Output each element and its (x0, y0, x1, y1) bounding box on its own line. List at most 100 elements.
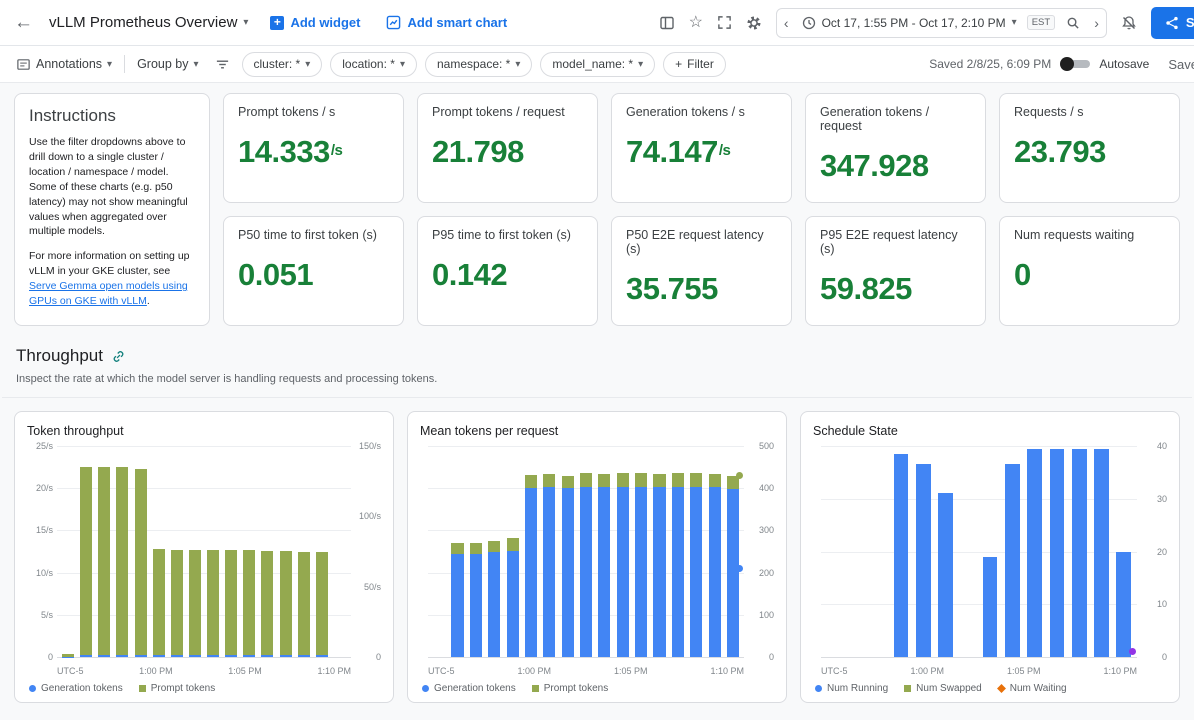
bar[interactable] (617, 473, 629, 657)
axis-tick-label: 30 (1140, 494, 1167, 504)
star-button[interactable]: ☆ (685, 11, 707, 35)
save-button[interactable]: Save (1158, 51, 1194, 78)
filter-chip-model_name[interactable]: model_name: *▾ (540, 52, 655, 77)
dashboard-title-menu[interactable]: vLLM Prometheus Overview ▾ (43, 10, 254, 35)
filter-list-button[interactable] (211, 53, 234, 76)
axis-tick-label: 50/s (354, 582, 381, 592)
bar[interactable] (243, 550, 255, 657)
chevron-down-icon: ▾ (193, 59, 198, 70)
bar[interactable] (1005, 464, 1020, 657)
time-range-control: ‹ Oct 17, 1:55 PM - Oct 17, 2:10 PM ▾ ES… (776, 8, 1107, 38)
group-by-menu[interactable]: Group by ▾ (133, 53, 202, 75)
bar[interactable] (98, 467, 110, 657)
annotations-label: Annotations (36, 57, 102, 71)
filter-chip-cluster[interactable]: cluster: *▾ (242, 52, 323, 77)
bar[interactable] (1072, 449, 1087, 657)
chart-grid-area (821, 446, 1137, 657)
bar[interactable] (507, 538, 519, 657)
time-search-button[interactable] (1059, 9, 1087, 37)
x-axis-labels: UTC-51:00 PM1:05 PM1:10 PM (57, 666, 351, 676)
bar[interactable] (116, 467, 128, 657)
section-link-icon[interactable] (111, 349, 126, 364)
bar[interactable] (261, 551, 273, 657)
annotations-menu[interactable]: Annotations ▾ (12, 53, 116, 76)
filter-chip-location[interactable]: location: *▾ (330, 52, 417, 77)
scorecard-label: P50 time to first token (s) (238, 228, 389, 242)
bar[interactable] (690, 473, 702, 657)
legend-item[interactable]: Num Running (815, 683, 888, 694)
bar[interactable] (1050, 449, 1065, 657)
bar[interactable] (938, 493, 953, 657)
data-point[interactable] (736, 472, 743, 479)
legend-item[interactable]: Generation tokens (29, 683, 123, 694)
axis-tick-label: 0 (354, 652, 381, 662)
settings-button[interactable] (742, 11, 766, 35)
bar[interactable] (280, 551, 292, 657)
bar[interactable] (225, 550, 237, 657)
bar[interactable] (894, 454, 909, 657)
chevron-down-icon: ▾ (243, 17, 248, 28)
bar[interactable] (635, 473, 647, 657)
time-range-dropdown[interactable]: Oct 17, 1:55 PM - Oct 17, 2:10 PM ▾ (796, 16, 1023, 30)
chart-plot[interactable]: 5004003002001000UTC-51:00 PM1:05 PM1:10 … (420, 440, 774, 677)
data-point[interactable] (1129, 648, 1136, 655)
scorecard: Prompt tokens / s 14.333/s (223, 93, 404, 203)
bar[interactable] (451, 543, 463, 657)
axis-tick-label: 5/s (27, 610, 53, 620)
bar[interactable] (298, 552, 310, 658)
legend-item[interactable]: Prompt tokens (532, 683, 608, 694)
bar[interactable] (171, 550, 183, 657)
scorecard-value: 59.825 (820, 271, 971, 307)
share-button[interactable]: Share (1151, 7, 1194, 39)
time-forward-button[interactable]: › (1087, 9, 1106, 37)
add-smart-chart-button[interactable]: Add smart chart (376, 9, 517, 36)
legend-item[interactable]: Prompt tokens (139, 683, 215, 694)
bar[interactable] (135, 469, 147, 657)
template-library-button[interactable] (655, 11, 679, 35)
scorecard-label: P95 time to first token (s) (432, 228, 583, 242)
bar[interactable] (580, 473, 592, 657)
bar[interactable] (1094, 449, 1109, 657)
legend-item[interactable]: Generation tokens (422, 683, 516, 694)
bar[interactable] (189, 550, 201, 657)
bar[interactable] (1116, 552, 1131, 658)
add-filter-chip[interactable]: + Filter (663, 52, 726, 77)
chart-plot[interactable]: 403020100UTC-51:00 PM1:05 PM1:10 PM (813, 440, 1167, 677)
bar[interactable] (983, 557, 998, 657)
filter-chip-namespace[interactable]: namespace: *▾ (425, 52, 532, 77)
bar[interactable] (543, 474, 555, 657)
bar[interactable] (916, 464, 931, 657)
legend-item[interactable]: Num Waiting (998, 683, 1067, 694)
legend-item[interactable]: Num Swapped (904, 683, 982, 694)
bar[interactable] (598, 474, 610, 657)
bar[interactable] (488, 541, 500, 657)
bar[interactable] (653, 474, 665, 657)
back-button[interactable]: ← (10, 9, 37, 36)
bar[interactable] (62, 652, 74, 657)
axis-tick-label: 20 (1140, 547, 1167, 557)
bar[interactable] (470, 543, 482, 657)
bar-series (821, 446, 1137, 657)
bar[interactable] (709, 474, 721, 657)
fullscreen-button[interactable] (713, 11, 736, 34)
bar[interactable] (80, 467, 92, 657)
time-back-button[interactable]: ‹ (777, 9, 796, 37)
add-widget-button[interactable]: + Add widget (260, 9, 370, 36)
bar[interactable] (153, 549, 165, 657)
bar[interactable] (316, 552, 328, 658)
bar[interactable] (672, 473, 684, 657)
bar[interactable] (525, 475, 537, 657)
scorecard-value: 0.142 (432, 257, 583, 293)
timezone-chip[interactable]: EST (1027, 15, 1055, 30)
bar[interactable] (1027, 449, 1042, 657)
bar[interactable] (562, 476, 574, 657)
chart-plot[interactable]: 25/s20/s15/s10/s5/s0150/s100/s50/s0UTC-5… (27, 440, 381, 677)
notifications-off-button[interactable] (1117, 11, 1141, 35)
axis-tick-label: 25/s (27, 441, 53, 451)
axis-tick-label: 150/s (354, 441, 381, 451)
search-icon (1066, 16, 1080, 30)
autosave-toggle[interactable] (1060, 57, 1090, 71)
axis-tick-label: 20/s (27, 483, 53, 493)
bar[interactable] (207, 550, 219, 657)
gke-vllm-link[interactable]: Serve Gemma open models using GPUs on GK… (29, 280, 188, 307)
